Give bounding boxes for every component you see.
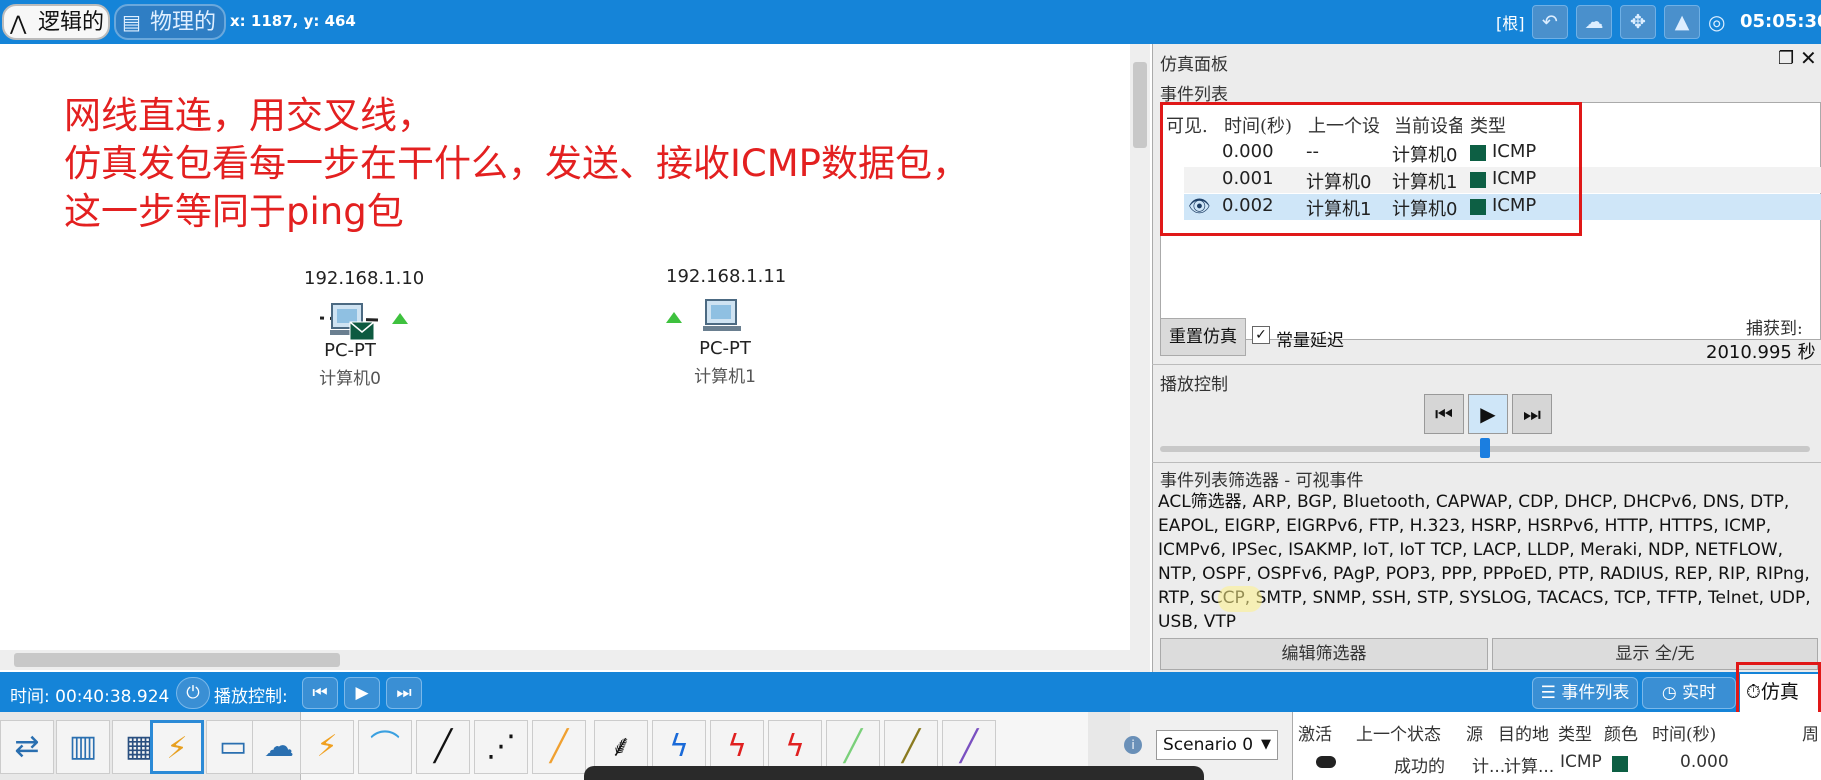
divider	[1152, 364, 1821, 365]
connections-icon[interactable]: ⚡	[150, 720, 204, 774]
info-icon[interactable]: i	[1124, 736, 1142, 754]
bottom-play-button[interactable]: ▶	[344, 677, 380, 709]
pdu-status: 成功的	[1394, 757, 1445, 777]
pc1-ip-label: 192.168.1.11	[666, 266, 787, 287]
physical-icon: ▤	[122, 10, 141, 34]
link-light-pc0	[392, 313, 408, 324]
pdu-type: ICMP	[1560, 752, 1602, 772]
highlight-box-sim	[1736, 662, 1821, 718]
clock-icon: ◷	[1661, 683, 1683, 703]
move-object-icon[interactable]: ✥	[1620, 5, 1656, 39]
crossover-cable-icon[interactable]: ⋰	[474, 720, 528, 774]
pc0-ip-label: 192.168.1.10	[304, 268, 425, 289]
canvas-hscroll-thumb[interactable]	[14, 653, 340, 667]
tab-logical-label: 逻辑的	[38, 10, 105, 35]
event-filter-protocols[interactable]: ACL筛选器, ARP, BGP, Bluetooth, CAPWAP, CDP…	[1158, 490, 1818, 634]
auto-cable-icon[interactable]: ⚡	[300, 720, 354, 774]
highlight-box-events	[1160, 102, 1582, 236]
pc0-name: 计算机0	[319, 369, 381, 389]
scenario-select[interactable]: Scenario 0 ▼	[1156, 730, 1278, 760]
edit-filter-button[interactable]: 编辑筛选器	[1160, 638, 1488, 670]
event-filter-label: 事件列表筛选器 - 可视事件	[1160, 471, 1364, 491]
col-color[interactable]: 颜色	[1604, 720, 1638, 745]
pdu-color-swatch	[1612, 756, 1628, 772]
chevron-down-icon: ▼	[1261, 737, 1271, 752]
annotation-line-2: 仿真发包看每一步在干什么，发送、接收ICMP数据包，	[64, 142, 969, 185]
tab-logical[interactable]: ⋀ 逻辑的	[2, 4, 110, 40]
col-destination[interactable]: 目的地	[1498, 720, 1549, 745]
active-indicator-icon[interactable]	[1316, 756, 1336, 768]
bottom-forward-button[interactable]: ⏭	[386, 677, 422, 709]
close-icon[interactable]: ✕	[1800, 46, 1817, 70]
cursor-coords: x: 1187, y: 464	[230, 12, 356, 30]
step-back-button[interactable]: ⏮	[1424, 394, 1464, 434]
col-time-sec[interactable]: 时间(秒)	[1652, 720, 1716, 745]
pdu-time: 0.000	[1680, 752, 1729, 772]
event-list-toggle-label: 事件列表	[1561, 683, 1630, 703]
step-forward-button[interactable]: ⏭	[1512, 394, 1552, 434]
col-periodic[interactable]: 周	[1802, 720, 1821, 745]
constant-delay-checkbox[interactable]: ✓	[1252, 326, 1270, 344]
pc1-name: 计算机1	[694, 367, 756, 387]
straight-through-cable-icon[interactable]: ╱	[416, 720, 470, 774]
reset-simulation-button[interactable]: 重置仿真	[1160, 318, 1246, 356]
playback-slider-thumb[interactable]	[1480, 438, 1490, 458]
realtime-toggle[interactable]: ◷ 实时	[1642, 677, 1736, 709]
divider	[1152, 462, 1821, 463]
event-list-toggle[interactable]: ☰ 事件列表	[1532, 677, 1638, 709]
col-last-status[interactable]: 上一个状态	[1356, 720, 1441, 745]
pc1-model: PC-PT	[699, 338, 751, 359]
bottom-back-button[interactable]: ⏮	[302, 677, 338, 709]
back-icon[interactable]: ↶	[1532, 5, 1568, 39]
annotation-note: 网线直连，用交叉线， 仿真发包看每一步在干什么，发送、接收ICMP数据包， 这一…	[64, 92, 969, 236]
list-icon: ☰	[1540, 683, 1562, 703]
fiber-cable-icon[interactable]: ╱	[532, 720, 586, 774]
clock: 05:05:30	[1740, 11, 1821, 32]
col-pdu-type[interactable]: 类型	[1558, 720, 1592, 745]
undock-icon[interactable]: ❐	[1778, 48, 1794, 69]
console-cable-icon[interactable]: ⌒	[358, 720, 412, 774]
background-image-icon[interactable]: ▲	[1664, 5, 1700, 39]
pdu-source: 计...	[1472, 757, 1506, 777]
power-cycle-icon[interactable]: ⏻	[176, 677, 210, 709]
logical-icon: ⋀	[10, 11, 27, 35]
tab-physical[interactable]: ▤ 物理的	[114, 4, 226, 40]
tab-physical-label: 物理的	[150, 10, 217, 35]
pc1-icon[interactable]	[700, 296, 744, 341]
cursor-highlight	[1218, 586, 1262, 612]
root-label[interactable]: [根]	[1496, 10, 1525, 34]
realtime-label: 实时	[1682, 683, 1717, 703]
col-source[interactable]: 源	[1466, 720, 1483, 745]
pc0-model: PC-PT	[324, 340, 376, 361]
captured-value: 2010.995 秒	[1706, 342, 1816, 363]
pdu-destination: 计算...	[1504, 757, 1555, 777]
routers-icon[interactable]: ⇄	[0, 720, 54, 774]
playback-label: 播放控制	[1160, 375, 1228, 395]
play-button[interactable]: ▶	[1468, 394, 1508, 434]
sim-panel-title: 仿真面板	[1160, 55, 1228, 75]
col-active[interactable]: 激活	[1298, 720, 1332, 745]
canvas-vscroll-thumb[interactable]	[1133, 62, 1147, 148]
scenario-select-value: Scenario 0	[1163, 735, 1254, 755]
wan-emulation-icon[interactable]: ☁	[252, 720, 306, 774]
captured-label: 捕获到:	[1746, 319, 1803, 339]
switches-icon[interactable]: ▥	[56, 720, 110, 774]
overlay-bar	[584, 766, 1204, 780]
link-light-pc1	[666, 312, 682, 323]
viewport-icon[interactable]: ◎	[1708, 5, 1736, 39]
constant-delay-label: 常量延迟	[1276, 331, 1344, 351]
sim-time: 时间: 00:40:38.924	[10, 687, 170, 707]
annotation-line-1: 网线直连，用交叉线，	[64, 94, 434, 137]
new-cluster-icon[interactable]: ☁	[1576, 5, 1612, 39]
playback-label-bottom: 播放控制:	[214, 687, 288, 707]
annotation-line-3: 这一步等同于ping包	[64, 190, 404, 233]
